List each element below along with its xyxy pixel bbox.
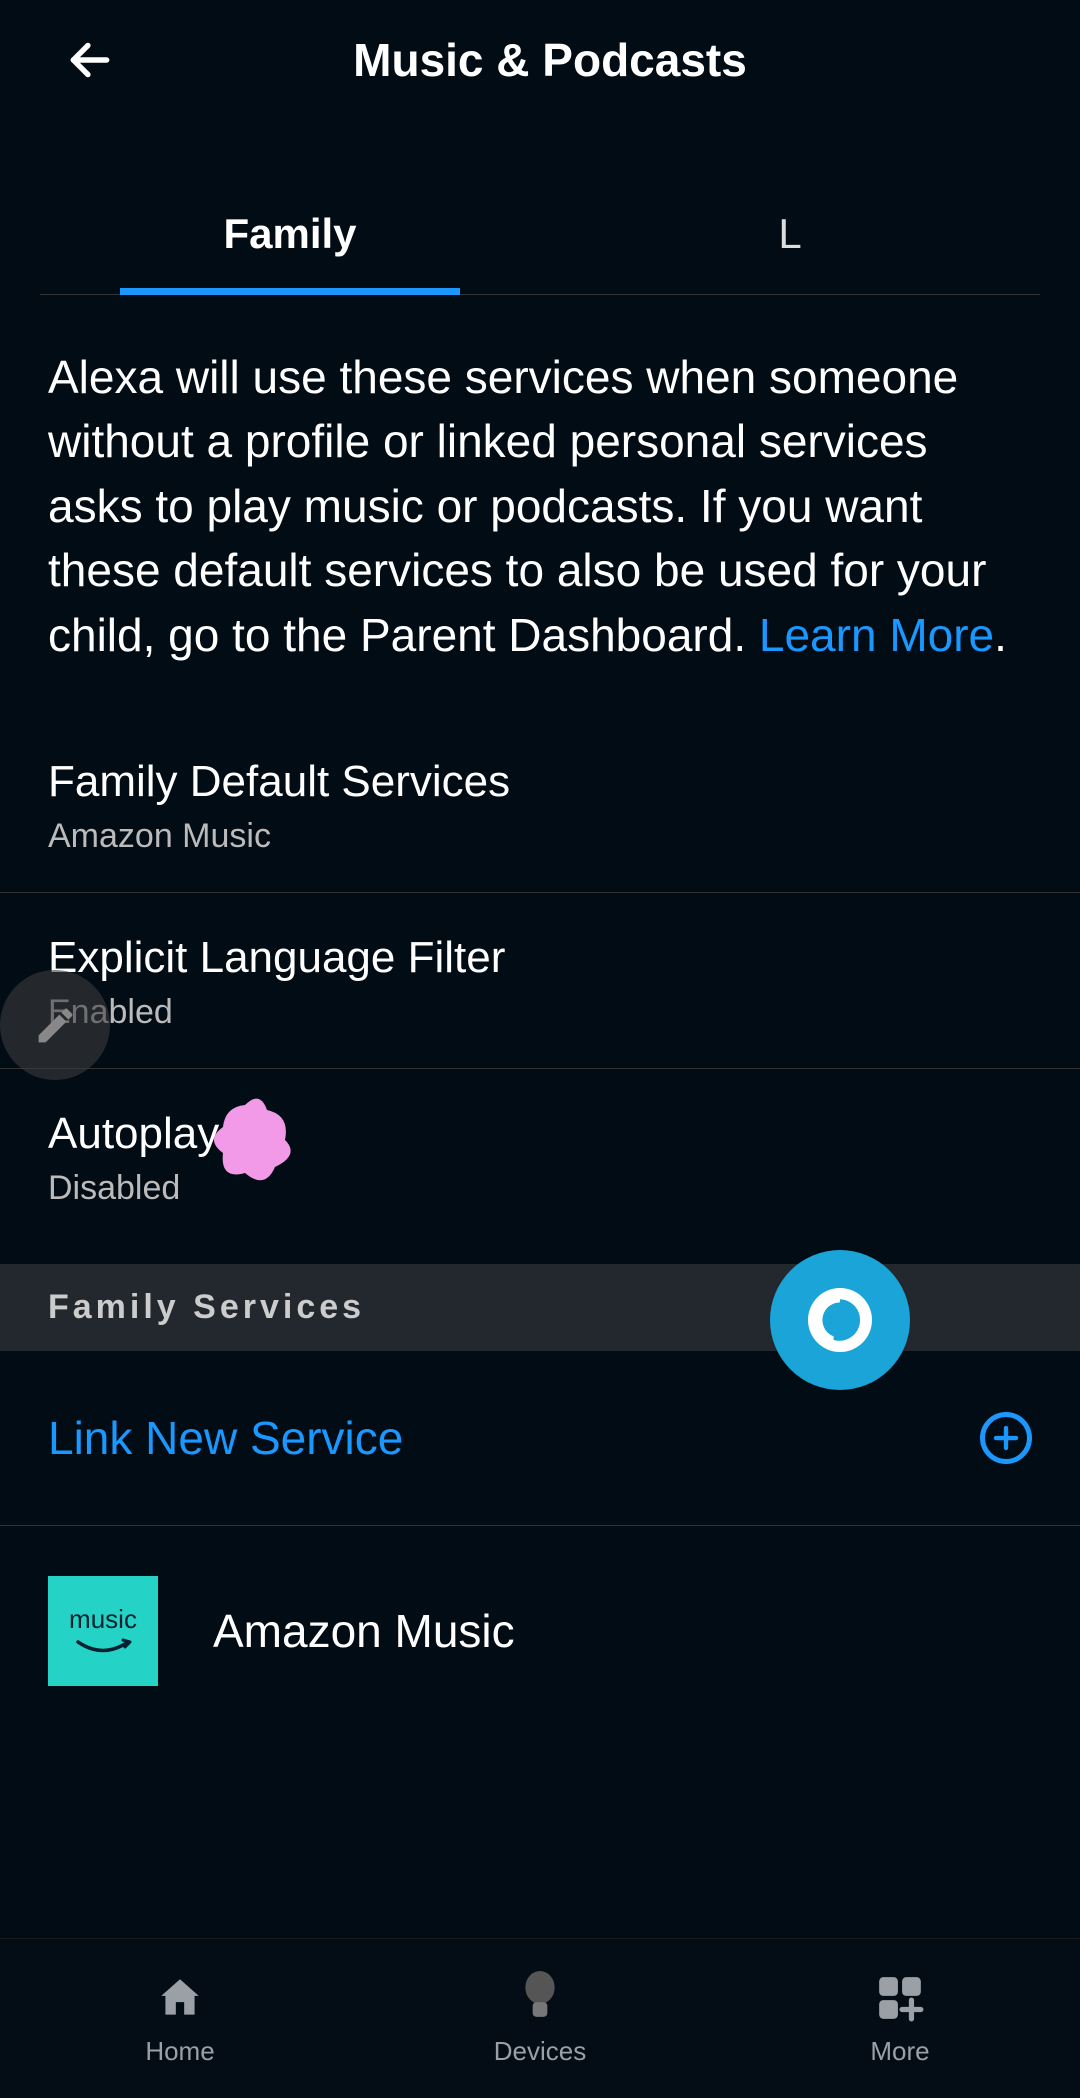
grid-plus-icon <box>875 1971 925 2026</box>
setting-autoplay[interactable]: Autoplay Disabled <box>0 1069 1080 1244</box>
setting-explicit-filter[interactable]: Explicit Language Filter Enabled <box>0 893 1080 1069</box>
alexa-fab[interactable] <box>770 1250 910 1390</box>
service-amazon-music[interactable]: music Amazon Music <box>0 1526 1080 1736</box>
home-icon <box>155 1971 205 2026</box>
nav-more[interactable]: More <box>720 1939 1080 2098</box>
edit-button[interactable] <box>0 970 110 1080</box>
description-block: Alexa will use these services when someo… <box>0 295 1080 667</box>
nav-home[interactable]: Home <box>0 1939 360 2098</box>
tab-l[interactable]: L <box>540 180 1040 294</box>
section-header-family-services: Family Services <box>0 1264 1080 1351</box>
alexa-icon <box>800 1280 880 1360</box>
tab-family[interactable]: Family <box>40 180 540 294</box>
setting-value: Disabled <box>48 1169 1032 1208</box>
setting-value: Amazon Music <box>48 817 1032 856</box>
setting-value: Enabled <box>48 993 1032 1032</box>
bulb-icon <box>518 1971 562 2026</box>
bottom-nav: Home Devices More <box>0 1938 1080 2098</box>
setting-title: Autoplay <box>48 1109 1032 1159</box>
setting-default-services[interactable]: Family Default Services Amazon Music <box>0 717 1080 893</box>
page-title: Music & Podcasts <box>60 33 1040 87</box>
learn-more-link[interactable]: Learn More <box>759 609 994 661</box>
header: Music & Podcasts <box>0 0 1080 120</box>
plus-circle-icon <box>980 1412 1032 1464</box>
service-name: Amazon Music <box>213 1604 515 1658</box>
amazon-music-icon: music <box>48 1576 158 1686</box>
link-new-service-label: Link New Service <box>48 1411 403 1465</box>
setting-title: Explicit Language Filter <box>48 933 1032 983</box>
pencil-icon <box>33 1003 78 1048</box>
nav-devices[interactable]: Devices <box>360 1939 720 2098</box>
description-suffix: . <box>994 609 1007 661</box>
tabs: Family L <box>40 180 1040 295</box>
setting-title: Family Default Services <box>48 757 1032 807</box>
link-new-service[interactable]: Link New Service <box>0 1351 1080 1526</box>
